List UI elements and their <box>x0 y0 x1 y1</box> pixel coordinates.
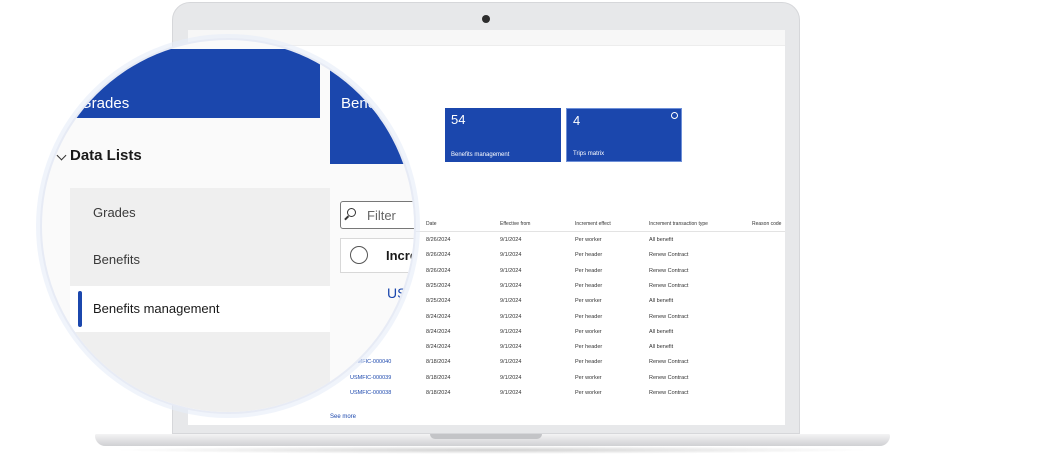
row-effective-from: 9/1/2024 <box>500 298 522 305</box>
row-date: 8/18/2024 <box>426 359 451 366</box>
row-increment-effect: Per header <box>575 267 603 274</box>
product-hero-illustration: 54 Benefits management 4 Trips matrix Da… <box>0 0 1043 457</box>
tile-count: 54 <box>451 112 466 127</box>
row-transaction-type: Renew Contract <box>649 282 689 289</box>
row-effective-from: 9/1/2024 <box>500 359 522 366</box>
row-date: 8/24/2024 <box>426 328 451 335</box>
row-increment-effect: Per header <box>575 252 603 259</box>
row-date: 8/26/2024 <box>426 237 451 243</box>
laptop-notch <box>430 434 542 439</box>
tile-partial[interactable] <box>330 110 414 164</box>
select-radio[interactable] <box>350 246 368 264</box>
benefits-banner[interactable]: Bene <box>330 49 414 118</box>
row-date: 8/18/2024 <box>426 390 451 396</box>
camera-icon <box>482 15 490 23</box>
row-effective-from: 9/1/2024 <box>500 282 522 289</box>
row-date: 8/24/2024 <box>426 344 451 351</box>
row-date: 8/25/2024 <box>426 298 451 305</box>
row-transaction-type: All benefit <box>649 237 674 243</box>
row-transaction-type: Renew Contract <box>649 374 689 381</box>
tile-trips-matrix[interactable]: 4 Trips matrix <box>566 108 682 162</box>
row-effective-from: 9/1/2024 <box>500 374 522 381</box>
row-transaction-type: Renew Contract <box>649 313 689 320</box>
row-date: 8/18/2024 <box>426 374 451 381</box>
row-id-link[interactable]: C-000041 <box>372 350 398 356</box>
see-more-link[interactable]: See more <box>330 414 356 420</box>
nav-item-grades[interactable]: Grades <box>93 205 136 220</box>
tile-label: Benefits management <box>451 152 510 158</box>
column-header-reason-code[interactable]: Reason code <box>752 221 781 227</box>
row-increment-effect: Per header <box>575 313 603 320</box>
column-header-increment-effect[interactable]: Increment effect <box>575 221 611 227</box>
search-icon <box>347 208 356 217</box>
column-header-date[interactable]: Date <box>426 221 437 227</box>
row-id-link[interactable]: 4 <box>390 319 393 325</box>
row-increment-effect: Per header <box>575 282 603 289</box>
nav-item-benefits-management[interactable]: Benefits management <box>93 301 219 316</box>
row-transaction-type: All benefit <box>649 344 674 351</box>
row-increment-effect: Per worker <box>575 237 602 243</box>
row-transaction-type: All benefit <box>649 328 674 335</box>
section-title-data-lists[interactable]: Data Lists <box>70 147 142 164</box>
row-increment-effect: Per worker <box>575 390 602 396</box>
info-icon[interactable] <box>671 112 678 119</box>
row-transaction-type: Renew Contract <box>649 252 689 259</box>
column-header-effective-from[interactable]: Effective from <box>500 221 530 227</box>
tile-label: Trips matrix <box>573 151 605 157</box>
row-effective-from: 9/1/2024 <box>500 344 522 351</box>
row-date: 8/25/2024 <box>426 282 451 289</box>
filter-placeholder: Filter <box>367 208 396 223</box>
row-effective-from: 9/1/2024 <box>500 267 522 274</box>
row-id-link[interactable]: 00043 <box>384 334 401 340</box>
row-increment-effect: Per header <box>575 359 603 366</box>
card-title: Incre <box>386 248 416 263</box>
row-date: 8/26/2024 <box>426 267 451 274</box>
row-transaction-type: Renew Contract <box>649 390 689 396</box>
row-date: 8/26/2024 <box>426 252 451 259</box>
row-increment-effect: Per worker <box>575 298 602 305</box>
row-effective-from: 9/1/2024 <box>500 252 522 259</box>
grades-banner-title: Grades <box>80 95 130 112</box>
row-effective-from: 9/1/2024 <box>500 313 522 320</box>
nav-item-benefits[interactable]: Benefits <box>93 252 140 267</box>
row-date: 8/24/2024 <box>426 313 451 320</box>
tile-count: 4 <box>573 113 581 128</box>
magnifier-lens: Grades Bene Data Lists Grades Benefits B… <box>40 38 416 414</box>
nav-active-indicator <box>78 291 82 327</box>
row-transaction-type: Renew Contract <box>649 267 689 274</box>
row-effective-from: 9/1/2024 <box>500 328 522 335</box>
row-transaction-type: Renew Contract <box>649 359 689 366</box>
row-increment-effect: Per worker <box>575 374 602 381</box>
row-effective-from: 9/1/2024 <box>500 237 522 243</box>
tile-benefits-management[interactable]: 54 Benefits management <box>445 108 561 162</box>
card-id-link[interactable]: US <box>387 285 406 301</box>
row-increment-effect: Per worker <box>575 328 602 335</box>
filter-input[interactable]: Filter <box>340 201 414 229</box>
chevron-down-icon[interactable] <box>56 150 67 161</box>
row-effective-from: 9/1/2024 <box>500 390 522 396</box>
row-increment-effect: Per header <box>575 344 603 351</box>
grades-banner[interactable]: Grades <box>52 49 320 118</box>
column-header-transaction-type[interactable]: Increment transaction type <box>649 221 708 227</box>
row-transaction-type: All benefit <box>649 298 674 305</box>
laptop-shadow <box>110 446 875 454</box>
